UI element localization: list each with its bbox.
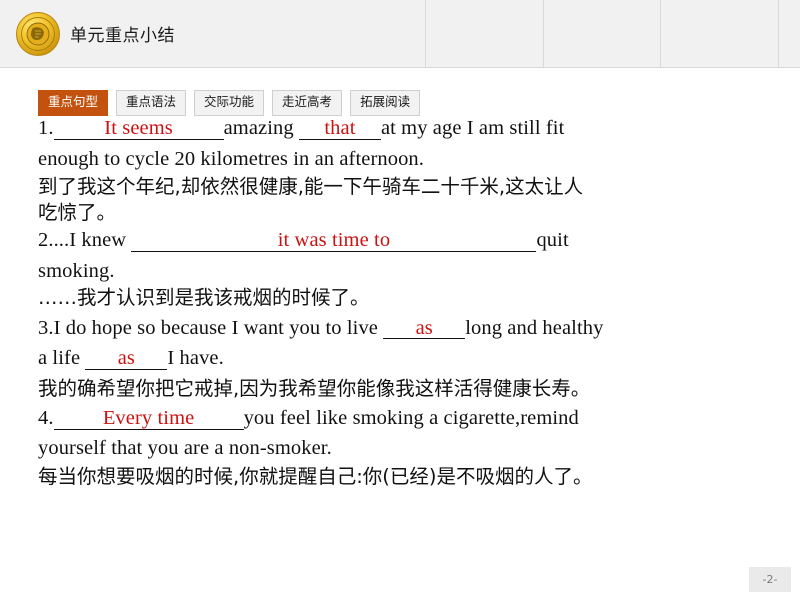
tab-communication-function[interactable]: 交际功能	[194, 90, 265, 116]
item2-tail-text: quit	[536, 229, 569, 251]
tab-extended-reading[interactable]: 拓展阅读	[350, 90, 421, 116]
tab-key-grammar[interactable]: 重点语法	[116, 90, 187, 116]
lesson-content: 1. It seems amazing that at my age I am sti…	[38, 118, 770, 487]
header-divider	[778, 0, 779, 67]
item3-mid-text: long and healthy	[465, 316, 604, 339]
item3-translation: 我的确希望你把它戒掉,因为我希望你能像我这样活得健康长寿。	[38, 376, 591, 400]
item4-number: 4.	[38, 407, 54, 429]
item1-translation-line2: 吃惊了。	[38, 200, 117, 224]
item1-tail-text: at my age I am still fit	[380, 117, 565, 139]
item3-blank-1[interactable]: as	[383, 317, 466, 339]
item1-number: 1.	[38, 117, 54, 139]
item3-lead-text: 3.I do hope so because I want you to liv…	[38, 316, 378, 339]
item3-line2-lead: a life	[38, 347, 81, 369]
item2-translation: ……我才认识到是我该戒烟的时候了。	[38, 286, 370, 309]
item3-line1: 3.I do hope so because I want you to liv…	[38, 316, 770, 339]
item2-blank-1[interactable]: it was time to	[131, 230, 537, 252]
svg-text:·: ·	[24, 22, 25, 26]
item4-line1: 4. Every time you feel like smoking a ciga…	[38, 408, 770, 430]
svg-text:·: ·	[49, 22, 50, 26]
page-title: 单元重点小结	[70, 26, 175, 46]
section-tab-bar: 重点句型 重点语法 交际功能 走近高考 拓展阅读	[38, 90, 421, 116]
item1-line2: enough to cycle 20 kilometres in an afte…	[38, 147, 425, 170]
slide-header: · · · · 单元重点小结	[0, 0, 800, 68]
item3-line2-tail: I have.	[167, 347, 224, 369]
item2-lead-text: 2....I knew	[38, 229, 127, 251]
item3-blank-2[interactable]: as	[85, 348, 168, 370]
svg-text:·: ·	[49, 43, 50, 47]
svg-text:·: ·	[24, 43, 25, 47]
item1-blank-1[interactable]: It seems	[53, 118, 224, 140]
item1-blank-2[interactable]: that	[298, 118, 381, 140]
item2-line2: smoking.	[38, 259, 115, 282]
item1-mid-text: amazing	[223, 117, 294, 139]
gold-seal-emblem-icon: · · · ·	[16, 12, 60, 56]
item4-tail-text: you feel like smoking a cigarette,remind	[243, 407, 579, 429]
header-divider	[425, 0, 426, 67]
item3-line2: a life as I have.	[38, 348, 770, 370]
header-divider	[660, 0, 661, 67]
item1-translation-line1: 到了我这个年纪,却依然很健康,能一下午骑车二十千米,这太让人	[38, 175, 584, 198]
tab-key-sentence-patterns[interactable]: 重点句型	[38, 90, 109, 116]
tab-approach-gaokao[interactable]: 走近高考	[272, 90, 343, 116]
item4-blank-1[interactable]: Every time	[53, 408, 244, 430]
page-number-badge: -2-	[749, 567, 791, 592]
item4-line2: yourself that you are a non-smoker.	[38, 436, 332, 459]
item4-translation: 每当你想要吸烟的时候,你就提醒自己:你(已经)是不吸烟的人了。	[38, 465, 593, 488]
item1-line1: 1. It seems amazing that at my age I am sti…	[38, 118, 770, 140]
item2-line1: 2....I knew it was time to quit	[38, 230, 770, 252]
header-divider	[543, 0, 544, 67]
